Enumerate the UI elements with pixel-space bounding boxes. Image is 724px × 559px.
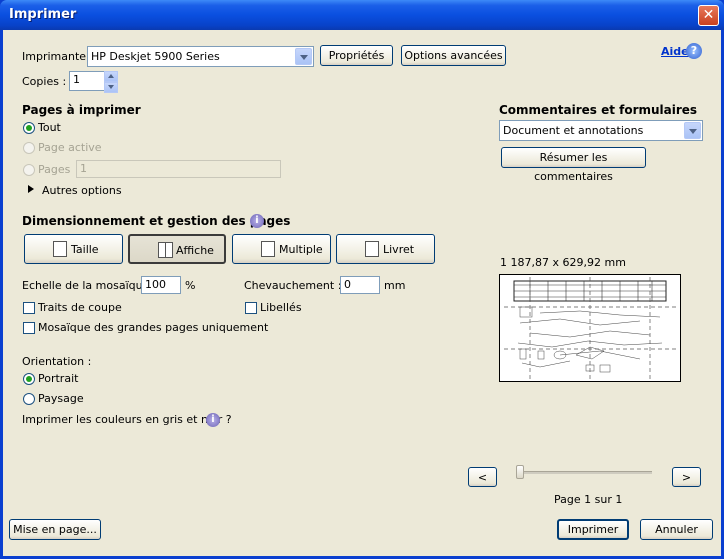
- labels-label: Libellés: [260, 301, 302, 314]
- tile-large-only-checkbox[interactable]: [23, 322, 35, 334]
- tile-scale-unit: %: [185, 279, 196, 292]
- more-options-toggle[interactable]: Autres options: [42, 184, 122, 197]
- radio-portrait-label: Portrait: [38, 372, 79, 385]
- previous-page-button[interactable]: <: [468, 467, 497, 487]
- tab-poster-label: Affiche: [176, 244, 214, 257]
- radio-landscape[interactable]: [23, 393, 35, 405]
- tab-size-label: Taille: [71, 243, 99, 256]
- tile-scale-label: Echelle de la mosaïque :: [22, 279, 157, 292]
- comments-select[interactable]: Document et annotations: [499, 120, 703, 141]
- tab-multiple[interactable]: Multiple: [232, 234, 331, 264]
- info-icon[interactable]: i: [250, 214, 264, 228]
- stepper-down-icon[interactable]: [104, 82, 118, 93]
- orientation-label: Orientation :: [22, 355, 92, 368]
- overlap-unit: mm: [384, 279, 406, 292]
- properties-button[interactable]: Propriétés: [320, 45, 393, 66]
- printer-label: Imprimante :: [22, 50, 94, 63]
- print-button[interactable]: Imprimer: [557, 519, 629, 540]
- copies-stepper[interactable]: [104, 71, 118, 93]
- tile-large-only-label: Mosaïque des grandes pages uniquement: [38, 321, 269, 334]
- help-icon[interactable]: ?: [686, 43, 702, 59]
- pages-range-input[interactable]: 1: [76, 160, 281, 178]
- radio-portrait[interactable]: [23, 373, 35, 385]
- cut-marks-checkbox[interactable]: [23, 302, 35, 314]
- stepper-up-icon[interactable]: [104, 71, 118, 82]
- tab-booklet[interactable]: Livret: [336, 234, 435, 264]
- expand-arrow-icon[interactable]: [28, 185, 34, 193]
- poster-icon: [158, 242, 173, 258]
- summarize-comments-button[interactable]: Résumer les commentaires: [501, 147, 646, 183]
- radio-landscape-label: Paysage: [38, 392, 84, 405]
- tab-poster[interactable]: Affiche: [128, 234, 226, 264]
- printer-value: HP Deskjet 5900 Series: [91, 50, 220, 63]
- page-setup-button[interactable]: Mise en page...: [9, 519, 101, 540]
- radio-pages-label: Pages: [38, 163, 71, 176]
- window-title: Imprimer: [9, 7, 77, 22]
- dialog-body: Imprimante : HP Deskjet 5900 Series Prop…: [3, 30, 721, 556]
- chevron-down-icon[interactable]: [295, 48, 312, 65]
- comments-heading: Commentaires et formulaires: [499, 103, 698, 117]
- next-page-button[interactable]: >: [672, 467, 701, 487]
- page-status: Page 1 sur 1: [554, 493, 623, 506]
- cut-marks-label: Traits de coupe: [38, 301, 122, 314]
- close-button[interactable]: ✕: [698, 5, 719, 26]
- print-dialog: Imprimer ✕ Imprimante : HP Deskjet 5900 …: [0, 0, 724, 559]
- copies-input[interactable]: 1: [69, 71, 105, 91]
- chevron-down-icon[interactable]: [684, 122, 701, 139]
- tab-multiple-label: Multiple: [279, 243, 323, 256]
- poster-preview-image: [504, 277, 676, 379]
- overlap-input[interactable]: 0: [340, 276, 380, 294]
- radio-pages[interactable]: [23, 164, 35, 176]
- printer-select[interactable]: HP Deskjet 5900 Series: [87, 46, 314, 67]
- title-bar: Imprimer ✕: [0, 0, 724, 30]
- copies-label: Copies :: [22, 75, 67, 88]
- booklet-icon: [365, 241, 379, 257]
- advanced-options-button[interactable]: Options avancées: [401, 45, 506, 66]
- preview-dimensions: 1 187,87 x 629,92 mm: [500, 256, 626, 269]
- page-slider-thumb[interactable]: [516, 465, 524, 479]
- radio-current-page[interactable]: [23, 142, 35, 154]
- radio-all[interactable]: [23, 122, 35, 134]
- radio-all-label: Tout: [38, 121, 61, 134]
- help-link[interactable]: Aide: [661, 45, 689, 58]
- grayscale-label: Imprimer les couleurs en gris et noir ?: [22, 413, 232, 426]
- tab-booklet-label: Livret: [383, 243, 415, 256]
- info-icon[interactable]: i: [206, 413, 220, 427]
- overlap-label: Chevauchement :: [244, 279, 342, 292]
- pages-heading: Pages à imprimer: [22, 103, 141, 117]
- page-size-icon: [53, 241, 67, 257]
- cancel-button[interactable]: Annuler: [640, 519, 713, 540]
- labels-checkbox[interactable]: [245, 302, 257, 314]
- multiple-pages-icon: [261, 241, 275, 257]
- page-slider-track[interactable]: [517, 471, 652, 474]
- comments-select-value: Document et annotations: [503, 124, 644, 137]
- tile-scale-input[interactable]: 100: [141, 276, 181, 294]
- tab-size[interactable]: Taille: [24, 234, 123, 264]
- preview-pane: [499, 274, 681, 382]
- radio-current-page-label: Page active: [38, 141, 102, 154]
